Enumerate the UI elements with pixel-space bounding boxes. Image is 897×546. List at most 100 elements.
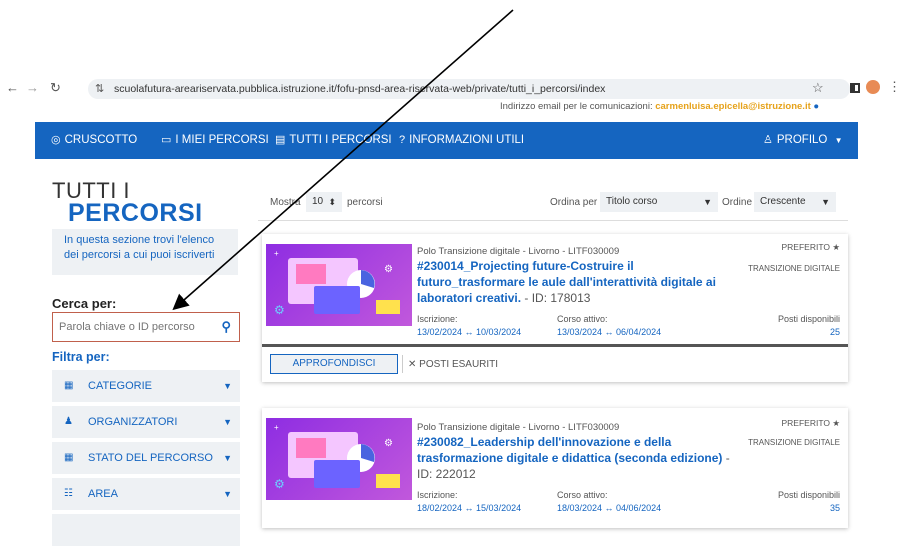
nav-miei-percorsi-label: I MIEI PERCORSI [175, 134, 269, 146]
profile-avatar-icon[interactable] [866, 80, 880, 94]
course-title-text[interactable]: #230082_Leadership dell'innovazione e de… [417, 435, 722, 465]
favorite-label: PREFERITO [781, 418, 831, 428]
bookmark-star-icon[interactable]: ☆ [812, 80, 824, 96]
search-icon[interactable]: ⚲ [221, 319, 231, 335]
user-icon: ♙ [763, 134, 773, 146]
list-icon: ▤ [275, 134, 286, 146]
back-arrow-icon[interactable]: ← [6, 80, 19, 95]
course-organizer: Polo Transizione digitale - Livorno - LI… [417, 422, 620, 433]
filter-stato-label: STATO DEL PERCORSO [88, 452, 213, 464]
filter-more[interactable] [52, 514, 240, 546]
search-input[interactable] [59, 319, 211, 335]
filter-categorie-label: CATEGORIE [88, 380, 152, 392]
svg-text:+: + [274, 423, 279, 432]
url-text: scuolafutura-areariservata.pubblica.istr… [114, 83, 606, 95]
filter-organizzatori[interactable]: ♟ ORGANIZZATORI ▼ [52, 406, 240, 438]
search-box[interactable]: ⚲ [52, 312, 240, 342]
star-icon: ★ [832, 418, 840, 428]
approfondisci-button[interactable]: APPROFONDISCI [270, 354, 398, 374]
posti-esauriti-status: ✕ POSTI ESAURITI [408, 359, 498, 370]
corso-attivo-dates: 13/03/2024 ↔ 06/04/2024 [557, 327, 662, 337]
site-settings-icon[interactable]: ⇅ [95, 79, 104, 99]
nav-tutti-percorsi-label: TUTTI I PERCORSI [289, 134, 392, 146]
info-icon[interactable]: ● [813, 101, 819, 112]
filter-stato-percorso[interactable]: ▦ STATO DEL PERCORSO ▼ [52, 442, 240, 474]
course-title[interactable]: #230082_Leadership dell'innovazione e de… [417, 434, 737, 482]
svg-text:+: + [274, 249, 279, 258]
forward-arrow-icon[interactable]: → [26, 80, 39, 95]
chevron-down-icon: ▼ [223, 489, 232, 499]
caret-down-icon: ▼ [834, 136, 843, 145]
nav-info-utili[interactable]: ? INFORMAZIONI UTILI [399, 122, 524, 159]
chevron-down-icon: ▼ [223, 381, 232, 391]
reload-icon[interactable]: ↻ [50, 80, 61, 96]
thumbnail-illustration-icon: + ⚙ ⚙ [274, 249, 400, 317]
iscrizione-dates: 18/02/2024 ↔ 15/03/2024 [417, 503, 522, 513]
nav-profilo[interactable]: ♙ PROFILO ▼ [763, 122, 842, 159]
posti-esauriti-label: POSTI ESAURITI [419, 359, 499, 370]
nav-cruscotto-label: CRUSCOTTO [64, 134, 138, 146]
course-category: TRANSIZIONE DIGITALE [748, 264, 840, 273]
grid-icon: ▦ [64, 380, 74, 391]
favorite-toggle[interactable]: PREFERITO ★ [782, 418, 841, 429]
thumbnail-illustration-icon: + ⚙ ⚙ [274, 423, 400, 491]
intro-text: In questa sezione trovi l'elenco dei per… [52, 229, 238, 275]
address-bar[interactable]: ⇅ scuolafutura-areariservata.pubblica.is… [88, 79, 850, 99]
grid-icon: ▦ [64, 452, 74, 463]
course-category: TRANSIZIONE DIGITALE [748, 438, 840, 447]
updown-icon: ⬍ [328, 197, 336, 207]
nav-tutti-percorsi[interactable]: ▤ TUTTI I PERCORSI [275, 122, 392, 159]
star-icon: ★ [832, 242, 840, 252]
sort-field-select[interactable]: Titolo corso ▼ [600, 192, 718, 212]
course-thumbnail: + ⚙ ⚙ [266, 244, 412, 326]
email-value[interactable]: carmenluisa.epicella@istruzione.it [655, 101, 811, 112]
nav-info-utili-label: INFORMAZIONI UTILI [409, 134, 525, 146]
card-divider [262, 344, 848, 347]
dashboard-icon: ◎ [51, 134, 61, 146]
corso-attivo-dates: 18/03/2024 ↔ 04/06/2024 [557, 503, 662, 513]
chevron-down-icon: ▼ [821, 197, 830, 207]
show-label: Mostra [270, 197, 301, 208]
corso-attivo-label: Corso attivo: [557, 490, 608, 500]
email-notice: Indirizzo email per le comunicazioni: ca… [500, 101, 819, 112]
per-page-select[interactable]: 10 ⬍ [306, 192, 342, 212]
svg-text:⚙: ⚙ [384, 264, 393, 275]
user-group-icon: ♟ [64, 416, 73, 427]
filter-label: Filtra per: [52, 350, 110, 364]
sort-order-select[interactable]: Crescente ▼ [754, 192, 836, 212]
side-panel-icon[interactable] [850, 83, 860, 93]
search-label: Cerca per: [52, 296, 117, 311]
nav-miei-percorsi[interactable]: ▭ I MIEI PERCORSI [161, 122, 269, 159]
sort-by-label: Ordina per [550, 197, 598, 208]
list-icon: ☷ [64, 488, 73, 499]
divider [402, 355, 403, 373]
chevron-down-icon: ▼ [703, 197, 712, 207]
filter-area[interactable]: ☷ AREA ▼ [52, 478, 240, 510]
posti-value: 25 [829, 327, 840, 337]
divider [258, 220, 848, 221]
iscrizione-dates: 13/02/2024 ↔ 10/03/2024 [417, 327, 522, 337]
course-title[interactable]: #230014_Projecting future-Costruire il f… [417, 258, 737, 306]
course-card: + ⚙ ⚙ Polo Transizione digitale - Livorn… [262, 408, 848, 528]
close-icon: ✕ [408, 359, 417, 370]
chevron-down-icon: ▼ [223, 453, 232, 463]
posti-label: Posti disponibili [777, 490, 840, 500]
filter-categorie[interactable]: ▦ CATEGORIE ▼ [52, 370, 240, 402]
favorite-label: PREFERITO [781, 242, 831, 252]
email-label: Indirizzo email per le comunicazioni: [500, 101, 653, 112]
course-thumbnail: + ⚙ ⚙ [266, 418, 412, 500]
page-title-line2: PERCORSI [68, 199, 203, 227]
main-nav: ◎ CRUSCOTTO ▭ I MIEI PERCORSI ▤ TUTTI I PER… [35, 122, 858, 159]
nav-cruscotto[interactable]: ◎ CRUSCOTTO [51, 122, 137, 159]
order-label: Ordine [722, 197, 753, 208]
filter-organizzatori-label: ORGANIZZATORI [88, 416, 178, 428]
course-card: + ⚙ ⚙ Polo Transizione digitale - Livorn… [262, 234, 848, 382]
percorsi-label: percorsi [347, 197, 383, 208]
nav-profilo-label: PROFILO [776, 134, 828, 146]
browser-menu-icon[interactable]: ⋮ [888, 79, 897, 95]
per-page-value: 10 [312, 196, 324, 207]
iscrizione-label: Iscrizione: [417, 314, 458, 324]
monitor-icon: ▭ [161, 134, 172, 146]
favorite-toggle[interactable]: PREFERITO ★ [782, 242, 841, 253]
posti-value: 35 [829, 503, 840, 513]
